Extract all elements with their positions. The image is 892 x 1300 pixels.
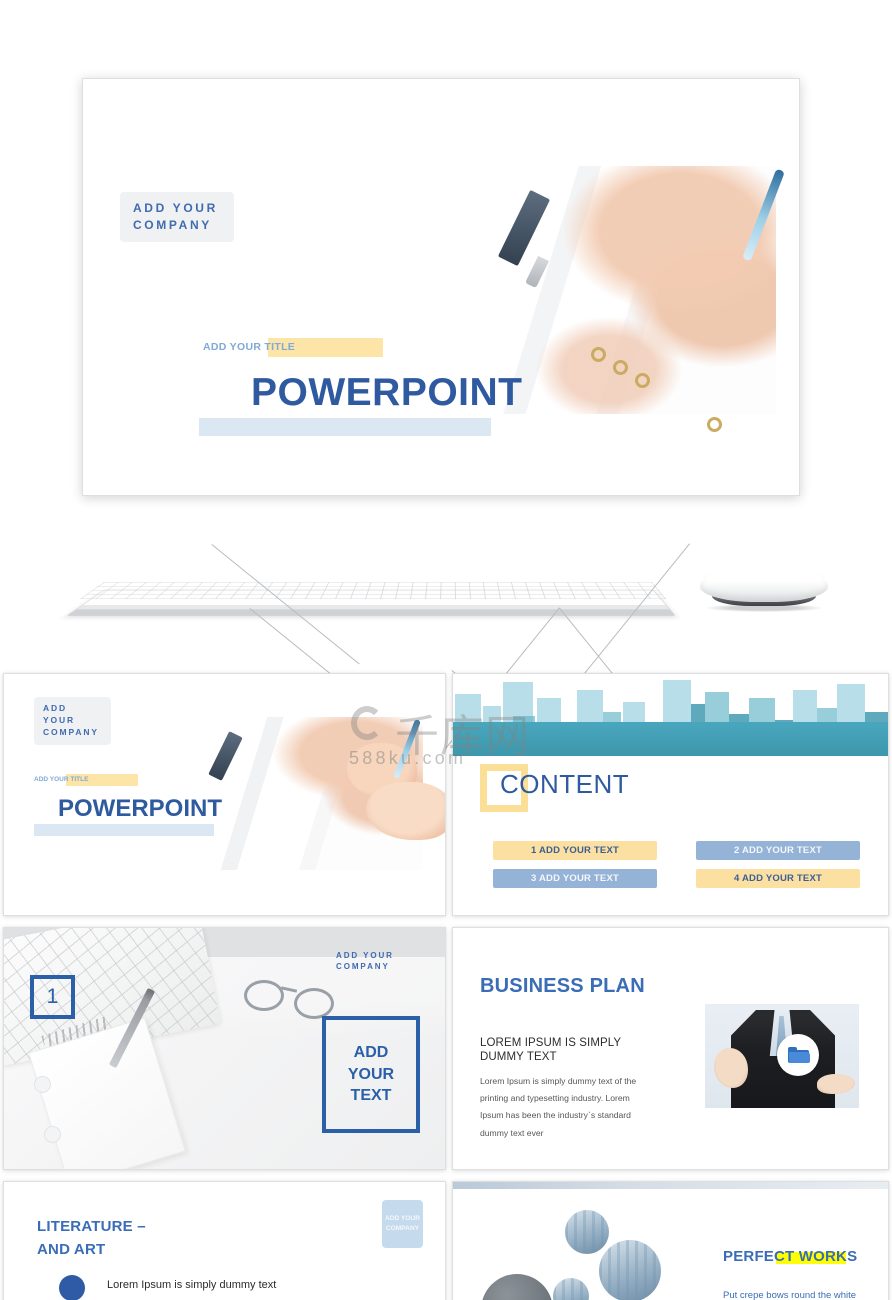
hand-shape [366, 782, 445, 840]
slide-add-your-text[interactable]: ADD YOUR COMPANY 1 ADD YOUR TEXT [3, 927, 446, 1170]
keyboard-keys [80, 582, 666, 599]
slide-powerpoint-mini[interactable]: ADD YOUR COMPANY ADD YOUR TITLE POWERPOI… [3, 673, 446, 916]
company-badge-line2: COMPANY [336, 962, 390, 972]
glasses-lens-icon [244, 980, 284, 1011]
company-badge-line1: ADD YOUR [43, 703, 76, 725]
company-badge: ADD YOUR COMPANY [382, 1200, 423, 1248]
photo-bubble [481, 1274, 553, 1300]
perfect-works-body: Put crepe bows round the white [723, 1290, 857, 1300]
company-badge-line2: COMPANY [133, 218, 212, 233]
perfect-works-title: PERFECT WORKS [723, 1248, 858, 1265]
mouse-body [700, 562, 828, 602]
literature-list-item: Lorem Ipsum is simply dummy text [107, 1279, 277, 1291]
businessman-photo [705, 1004, 859, 1108]
content-title: CONTENT [500, 769, 630, 799]
content-button-3[interactable]: 3 ADD YOUR TEXT [493, 869, 657, 888]
folder-icon [787, 1047, 810, 1063]
slide-literature[interactable]: LITERATURE – AND ART ADD YOUR COMPANY Lo… [3, 1181, 446, 1300]
content-button-4[interactable]: 4 ADD YOUR TEXT [696, 869, 860, 888]
hero-title: POWERPOINT [251, 371, 523, 414]
company-badge-line1: ADD YOUR [133, 201, 218, 215]
add-your-text-box: ADD YOUR TEXT [322, 1016, 420, 1133]
slide-top-strip [453, 1182, 888, 1189]
photo-bubble [599, 1240, 661, 1300]
slide-perfect-works[interactable]: PERFECT WORKS Put crepe bows round the w… [452, 1181, 889, 1300]
mouse-prop [700, 562, 828, 612]
company-badge-line1: ADD YOUR [336, 951, 394, 960]
open-palm-hand [817, 1074, 855, 1094]
presentation-preview-canvas: ADD YOUR COMPANY ADD YOUR TITLE POWERPOI… [0, 0, 892, 1300]
company-badge: ADD YOUR COMPANY [34, 697, 111, 745]
business-plan-subtitle: LOREM IPSUM IS SIMPLY DUMMY TEXT [480, 1037, 621, 1064]
hero-title-underbar [199, 418, 491, 436]
bullet-dot [59, 1275, 85, 1300]
slide-number-box: 1 [30, 975, 75, 1019]
folder-icon-badge [777, 1034, 819, 1076]
slide-business-plan[interactable]: BUSINESS PLAN LOREM IPSUM IS SIMPLY DUMM… [452, 927, 889, 1170]
content-button-2[interactable]: 2 ADD YOUR TEXT [696, 841, 860, 860]
literature-title: LITERATURE – AND ART [37, 1218, 146, 1259]
mini-title: POWERPOINT [58, 795, 223, 822]
glasses-lens-icon [294, 988, 334, 1019]
slide-title-hero[interactable]: ADD YOUR COMPANY ADD YOUR TITLE POWERPOI… [82, 78, 800, 496]
company-badge: ADD YOUR COMPANY [336, 950, 440, 973]
mini-eyebrow: ADD YOUR TITLE [34, 776, 89, 783]
slide-content[interactable]: CONTENT 1 ADD YOUR TEXT 2 ADD YOUR TEXT … [452, 673, 889, 916]
skyline-base-band [453, 722, 888, 756]
business-plan-body: Lorem Ipsum is simply dummy text of the … [480, 1076, 637, 1138]
photo-bubble [553, 1278, 589, 1300]
photo-bubble [565, 1210, 609, 1254]
ring-binder-icon [704, 414, 725, 435]
earbud-icon [34, 1076, 51, 1093]
keyboard-prop [66, 560, 676, 616]
city-skyline-graphic [453, 674, 888, 756]
thumbs-up-hand [714, 1048, 748, 1088]
content-button-1[interactable]: 1 ADD YOUR TEXT [493, 841, 657, 860]
company-badge-line2: COMPANY [43, 726, 99, 737]
earbud-icon [44, 1126, 61, 1143]
company-badge: ADD YOUR COMPANY [120, 192, 234, 243]
hero-eyebrow: ADD YOUR TITLE [203, 341, 296, 353]
business-plan-title: BUSINESS PLAN [480, 975, 645, 997]
mini-title-underbar [34, 824, 214, 836]
